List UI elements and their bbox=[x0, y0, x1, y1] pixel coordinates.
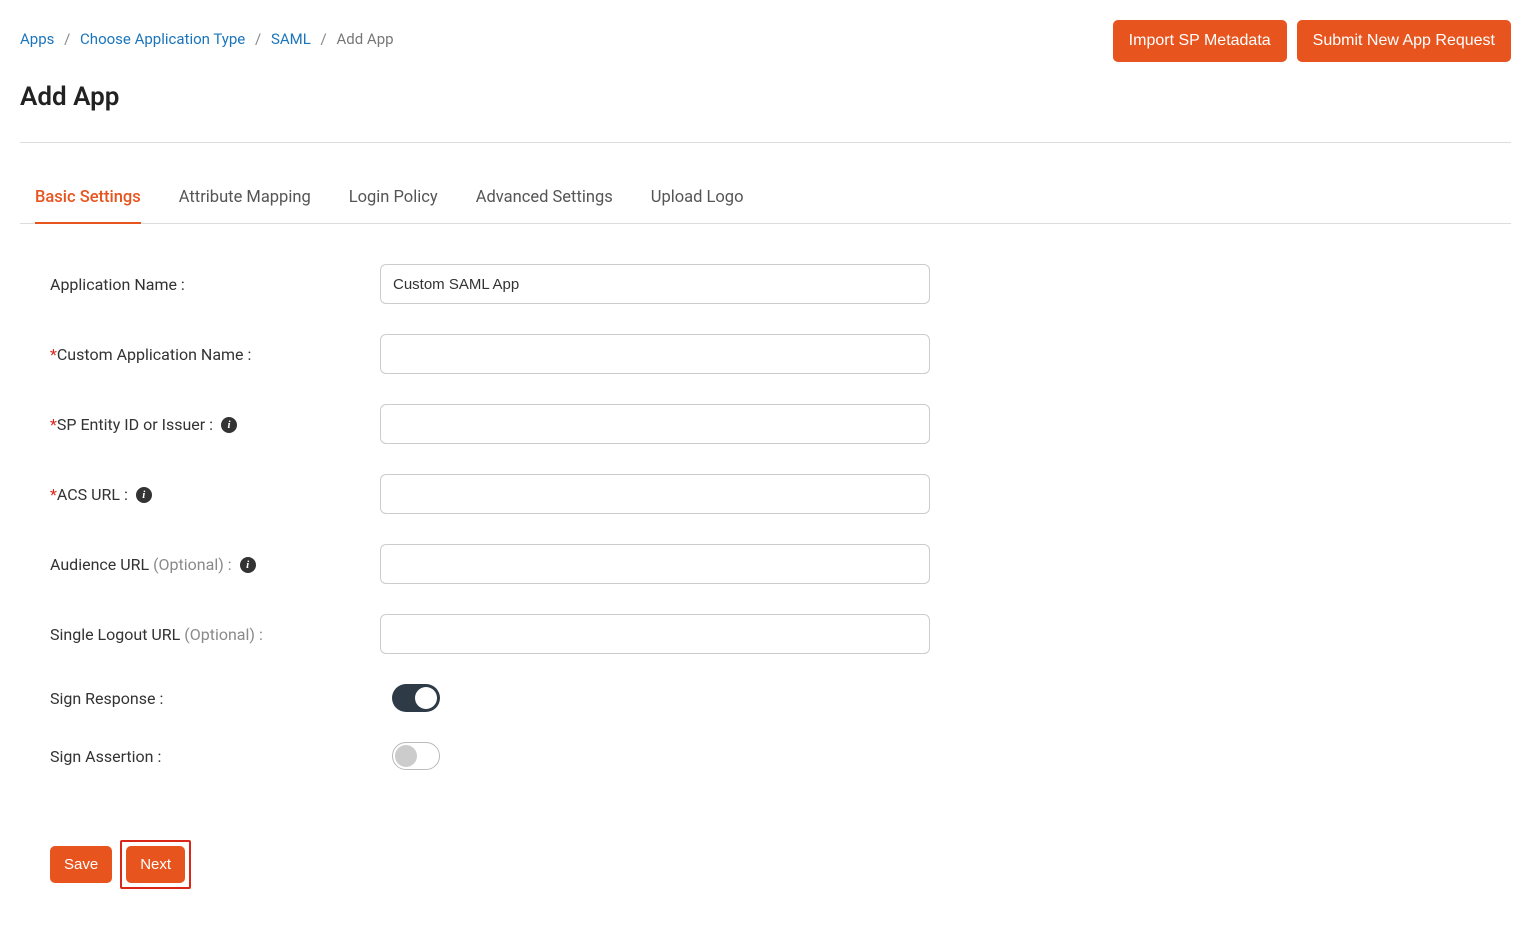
submit-new-app-request-button[interactable]: Submit New App Request bbox=[1297, 20, 1511, 62]
breadcrumb-apps[interactable]: Apps bbox=[20, 30, 54, 48]
toggle-knob bbox=[395, 745, 417, 767]
acs-url-input[interactable] bbox=[380, 474, 930, 514]
breadcrumb-choose-type[interactable]: Choose Application Type bbox=[80, 30, 245, 48]
save-button[interactable]: Save bbox=[50, 846, 112, 883]
sign-response-toggle[interactable] bbox=[392, 684, 440, 712]
sign-assertion-label: Sign Assertion : bbox=[50, 747, 380, 766]
sp-entity-id-input[interactable] bbox=[380, 404, 930, 444]
audience-url-label: Audience URL (Optional) : i bbox=[50, 555, 380, 574]
application-name-input[interactable] bbox=[380, 264, 930, 304]
next-button[interactable]: Next bbox=[126, 846, 185, 883]
tab-advanced-settings[interactable]: Advanced Settings bbox=[476, 178, 613, 224]
tab-login-policy[interactable]: Login Policy bbox=[349, 178, 438, 224]
custom-application-name-label: *Custom Application Name : bbox=[50, 345, 380, 364]
tab-upload-logo[interactable]: Upload Logo bbox=[651, 178, 744, 224]
audience-url-input[interactable] bbox=[380, 544, 930, 584]
breadcrumb-sep: / bbox=[255, 30, 261, 48]
breadcrumb-saml[interactable]: SAML bbox=[271, 30, 311, 48]
single-logout-url-input[interactable] bbox=[380, 614, 930, 654]
breadcrumb-sep: / bbox=[321, 30, 327, 48]
sp-entity-id-label: *SP Entity ID or Issuer : i bbox=[50, 415, 380, 434]
divider bbox=[20, 142, 1511, 143]
single-logout-url-label: Single Logout URL (Optional) : bbox=[50, 625, 380, 644]
sign-response-label: Sign Response : bbox=[50, 689, 380, 708]
page-title: Add App bbox=[20, 82, 1511, 112]
tab-attribute-mapping[interactable]: Attribute Mapping bbox=[179, 178, 311, 224]
info-icon[interactable]: i bbox=[240, 557, 256, 573]
breadcrumb: Apps / Choose Application Type / SAML / … bbox=[20, 20, 394, 48]
tabs: Basic Settings Attribute Mapping Login P… bbox=[20, 178, 1511, 224]
info-icon[interactable]: i bbox=[221, 417, 237, 433]
breadcrumb-sep: / bbox=[64, 30, 70, 48]
toggle-knob bbox=[415, 687, 437, 709]
application-name-label: Application Name : bbox=[50, 275, 380, 294]
sign-assertion-toggle[interactable] bbox=[392, 742, 440, 770]
info-icon[interactable]: i bbox=[136, 487, 152, 503]
next-button-highlight: Next bbox=[120, 840, 191, 889]
custom-application-name-input[interactable] bbox=[380, 334, 930, 374]
import-sp-metadata-button[interactable]: Import SP Metadata bbox=[1113, 20, 1287, 62]
acs-url-label: *ACS URL : i bbox=[50, 485, 380, 504]
breadcrumb-current: Add App bbox=[336, 30, 393, 48]
tab-basic-settings[interactable]: Basic Settings bbox=[35, 178, 141, 224]
